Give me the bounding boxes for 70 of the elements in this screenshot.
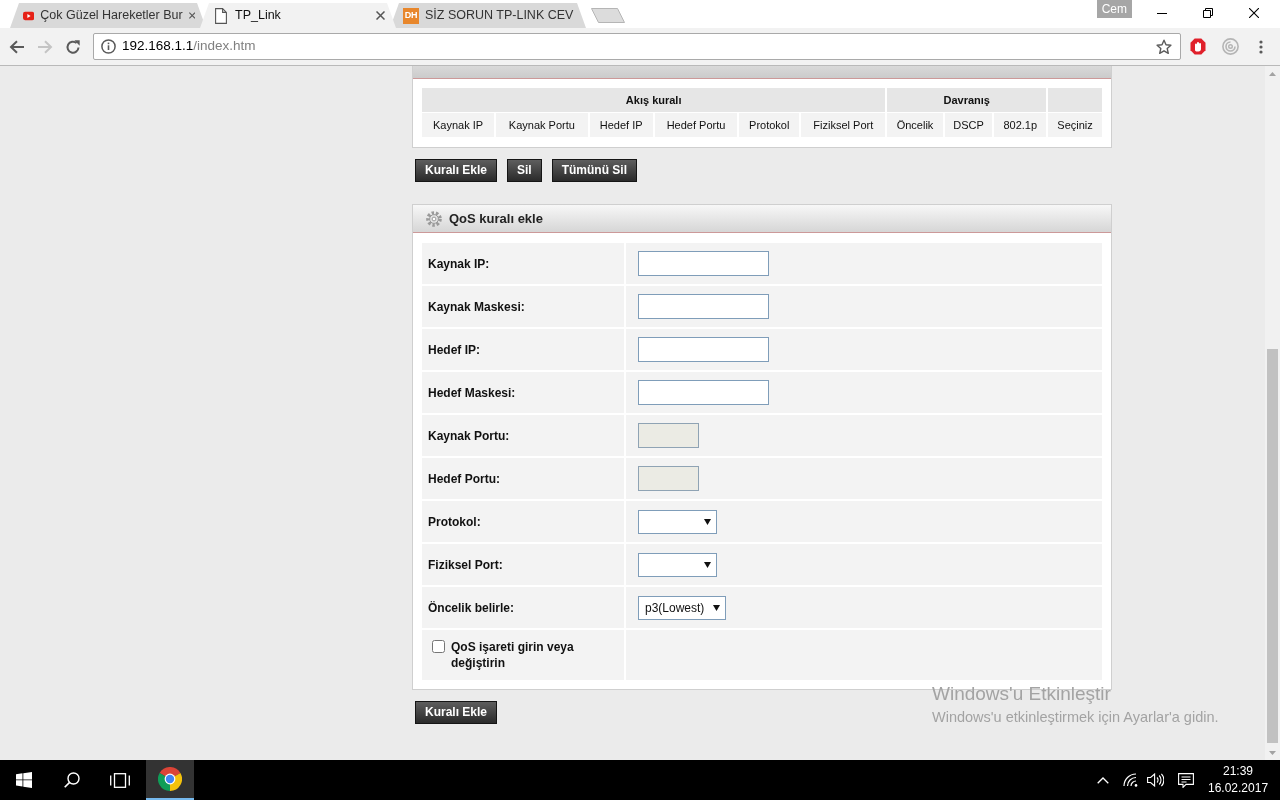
column-header: Protokol [739,113,800,137]
field-label: Hedef Portu: [428,471,500,486]
video-play-icon [23,9,35,22]
stop-hand-icon[interactable] [1190,38,1206,55]
delete-button[interactable]: Sil [507,159,542,182]
clock-date: 16.02.2017 [1208,780,1268,797]
column-header: DSCP [944,113,993,137]
close-tab-icon[interactable] [376,11,385,20]
gear-icon [426,210,442,227]
text-field[interactable] [638,251,769,276]
reload-icon[interactable] [65,38,81,55]
column-header: 802.1p [994,113,1047,137]
activation-message: Windows'u etkinleştirmek için Ayarlar'a gidin. [932,707,1219,726]
column-header: Öncelik [887,113,943,137]
wifi-icon[interactable] [1123,773,1139,787]
close-tab-icon[interactable] [188,11,195,20]
chevron-up-icon[interactable] [1097,776,1109,784]
field-label: Kaynak IP: [428,256,490,271]
column-group-header: Akış kuralı [422,88,886,112]
add-rule-button[interactable]: Kuralı Ekle [415,701,498,724]
column-header: Kaynak Portu [496,113,588,137]
dropdown-arrow-icon [704,518,711,525]
dropdown-arrow-icon [713,604,721,611]
browser-tab[interactable]: TP_Link [200,3,396,28]
menu-icon[interactable] [1259,39,1263,54]
notification-icon[interactable] [1178,772,1194,788]
text-field[interactable] [638,380,769,405]
document-icon [215,7,227,24]
column-header: Hedef Portu [654,113,738,137]
address-bar[interactable]: 192.168.1.1/index.htm [93,33,1181,60]
checkbox-label: QoS işareti girin veya değiştirin [451,639,575,671]
scrollbar-thumb[interactable] [1267,349,1278,743]
column-header: Seçiniz [1048,113,1102,137]
field-label: Hedef Maskesi: [428,385,516,400]
windows-logo-icon[interactable] [16,772,32,788]
close-icon[interactable] [1249,8,1259,18]
delete-all-button[interactable]: Tümünü Sil [551,159,638,182]
select-field[interactable] [638,552,717,577]
text-field[interactable] [638,337,769,362]
clock-time: 21:39 [1222,763,1254,780]
info-icon[interactable] [101,39,116,54]
field-label: Öncelik belirle: [428,600,515,615]
taskbar-app-button[interactable] [146,760,194,800]
select-field[interactable] [638,509,717,534]
volume-icon[interactable] [1147,773,1164,787]
minimize-icon[interactable] [1157,12,1167,14]
column-header: Fiziksel Port [801,113,886,137]
field-label: Protokol: [428,514,481,529]
field-label: Fiziksel Port: [428,557,503,572]
site-logo: DH [403,7,419,24]
column-group-header: Davranış [887,88,1047,112]
field-label: Kaynak Portu: [428,428,510,443]
bookmark-star-icon[interactable] [1156,38,1172,55]
dropdown-arrow-icon [704,561,711,568]
task-view-icon[interactable] [110,772,130,788]
column-header: Kaynak IP [422,113,494,137]
add-rule-button[interactable]: Kuralı Ekle [415,159,498,182]
search-icon[interactable] [64,772,80,788]
field-label: Kaynak Maskesi: [428,299,525,314]
text-field[interactable] [638,294,769,319]
checkbox[interactable] [432,640,445,653]
browser-logo-icon [158,767,182,791]
back-icon[interactable] [9,39,25,54]
column-header: Hedef IP [589,113,653,137]
url-text: 192.168.1.1/index.htm [122,37,256,56]
panel-title: QoS kuralı ekle [449,209,543,228]
activation-title: Windows'u Etkinleştir [932,682,1112,706]
restore-icon[interactable] [1203,8,1213,18]
field-label: Hedef IP: [428,342,480,357]
select-field[interactable]: p3(Lowest) [638,595,727,620]
